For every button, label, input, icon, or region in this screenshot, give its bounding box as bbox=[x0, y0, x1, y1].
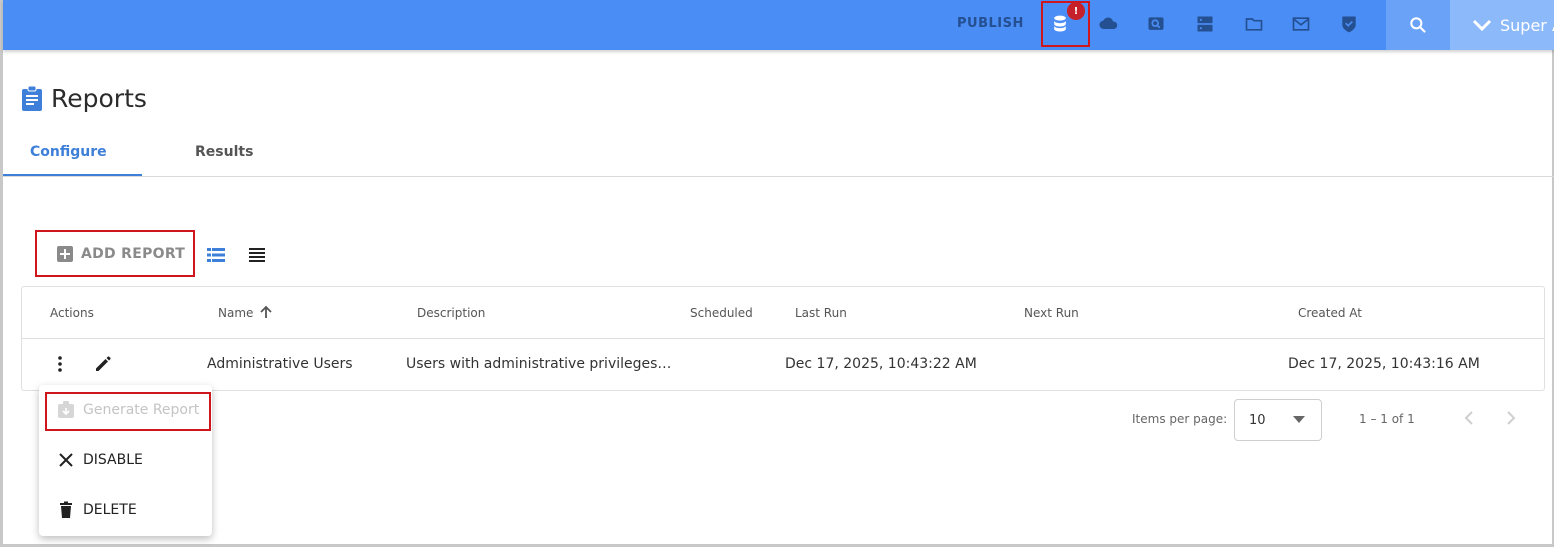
next-page-icon[interactable] bbox=[1501, 408, 1521, 428]
items-per-page-label: Items per page: bbox=[1132, 412, 1228, 426]
column-header-created-at[interactable]: Created At bbox=[1298, 306, 1362, 320]
table-row: Administrative Users Users with administ… bbox=[22, 339, 1544, 390]
page-title: Reports bbox=[21, 84, 147, 113]
report-created-at: Dec 17, 2025, 10:43:16 AM bbox=[1288, 356, 1480, 372]
trash-icon bbox=[60, 501, 72, 518]
column-header-description[interactable]: Description bbox=[417, 306, 485, 320]
compact-list-icon[interactable] bbox=[248, 246, 266, 264]
cloud-icon[interactable] bbox=[1096, 12, 1120, 36]
server-icon[interactable] bbox=[1193, 12, 1217, 36]
report-description: Users with administrative privileges… bbox=[406, 356, 672, 372]
page-size-select[interactable]: 10 bbox=[1234, 399, 1322, 441]
column-header-next-run[interactable]: Next Run bbox=[1024, 306, 1079, 320]
publish-button[interactable]: PUBLISH bbox=[957, 16, 1024, 31]
add-report-label: ADD REPORT bbox=[81, 245, 186, 262]
dropdown-arrow-icon bbox=[1293, 416, 1305, 423]
column-header-actions: Actions bbox=[50, 306, 94, 320]
page-size-value: 10 bbox=[1249, 412, 1266, 428]
shield-check-icon[interactable] bbox=[1337, 12, 1361, 36]
arrow-up-icon bbox=[260, 305, 273, 318]
active-tab-indicator bbox=[3, 174, 142, 176]
page-range: 1 – 1 of 1 bbox=[1359, 412, 1415, 426]
close-icon bbox=[59, 453, 73, 467]
more-vert-icon[interactable] bbox=[52, 355, 68, 373]
reports-table: Actions Name Description Scheduled Last … bbox=[21, 286, 1545, 391]
chevron-down-icon bbox=[1472, 19, 1492, 32]
generate-report-highlight bbox=[45, 392, 211, 431]
folder-icon[interactable] bbox=[1242, 12, 1266, 36]
alert-badge: ! bbox=[1067, 2, 1085, 20]
column-header-scheduled[interactable]: Scheduled bbox=[690, 306, 753, 320]
report-name: Administrative Users bbox=[207, 356, 353, 372]
tab-configure[interactable]: Configure bbox=[30, 144, 107, 160]
search-screen-icon[interactable] bbox=[1144, 12, 1168, 36]
top-navigation-bar: PUBLISH ! Super A bbox=[3, 0, 1554, 50]
global-search-button[interactable] bbox=[1386, 0, 1450, 50]
disable-label: DISABLE bbox=[83, 452, 143, 468]
table-header: Actions Name Description Scheduled Last … bbox=[22, 287, 1544, 339]
user-name: Super A bbox=[1500, 15, 1554, 35]
delete-label: DELETE bbox=[83, 502, 137, 518]
add-report-button[interactable]: ADD REPORT bbox=[35, 230, 195, 277]
list-view-icon[interactable] bbox=[207, 246, 225, 264]
column-header-name[interactable]: Name bbox=[218, 305, 273, 320]
column-header-last-run[interactable]: Last Run bbox=[795, 306, 847, 320]
tab-results[interactable]: Results bbox=[195, 144, 253, 160]
report-last-run: Dec 17, 2025, 10:43:22 AM bbox=[785, 356, 977, 372]
mail-icon[interactable] bbox=[1289, 12, 1313, 36]
delete-menu-item[interactable]: DELETE bbox=[39, 488, 212, 532]
disable-menu-item[interactable]: DISABLE bbox=[39, 438, 212, 482]
tab-bar: Configure Results bbox=[3, 140, 1554, 177]
search-icon bbox=[1410, 17, 1426, 33]
previous-page-icon[interactable] bbox=[1459, 408, 1479, 428]
page-title-text: Reports bbox=[51, 84, 147, 113]
edit-icon[interactable] bbox=[94, 355, 112, 373]
clipboard-icon bbox=[22, 85, 42, 111]
column-header-name-label: Name bbox=[218, 306, 254, 320]
user-menu[interactable]: Super A bbox=[1450, 0, 1554, 50]
plus-box-icon bbox=[57, 245, 73, 262]
